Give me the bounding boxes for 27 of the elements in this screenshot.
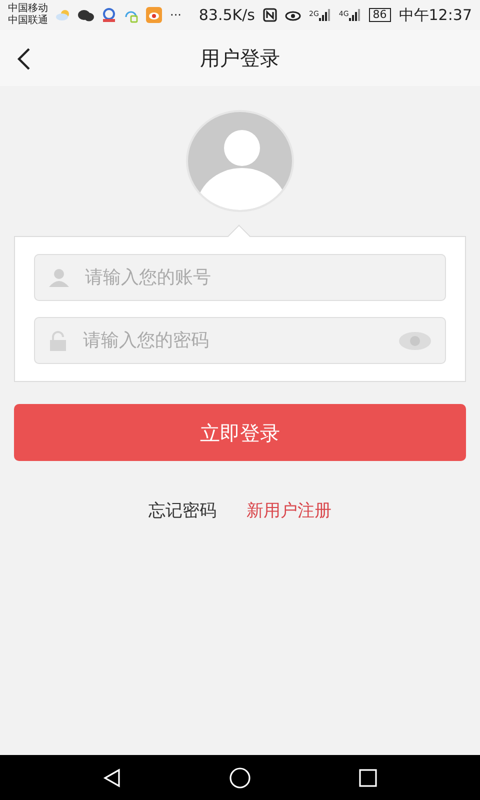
recents-icon[interactable] [358,768,378,788]
password-field[interactable]: 请输入您的密码 [34,317,446,364]
eye-app-icon [146,7,162,23]
signal-icon [318,9,331,21]
login-button[interactable]: 立即登录 [14,404,466,461]
more-indicator: ··· [170,7,182,24]
page-title: 用户登录 [200,45,280,72]
account-input[interactable]: 请输入您的账号 [83,263,431,292]
account-field[interactable]: 请输入您的账号 [34,254,446,301]
nfc-icon [262,8,277,22]
carrier-name: 中国移动 [8,3,48,14]
battery-level: 86 [368,8,391,22]
forgot-password-link[interactable]: 忘记密码 [148,499,216,524]
signal-icon [348,9,361,21]
user-icon [49,268,69,286]
carrier-name: 中国联通 [8,15,48,27]
back-icon [16,46,32,71]
password-input[interactable]: 请输入您的密码 [81,326,385,355]
network-speed: 83.5K/s [198,4,255,26]
weather-icon [56,9,70,21]
home-icon[interactable] [228,766,251,788]
chat-icon [78,8,94,22]
lock-icon [49,330,67,350]
eye-icon [284,9,301,21]
register-link[interactable]: 新用户注册 [246,499,332,524]
time: 中午12:37 [398,4,472,26]
back-nav-icon[interactable] [102,768,122,788]
